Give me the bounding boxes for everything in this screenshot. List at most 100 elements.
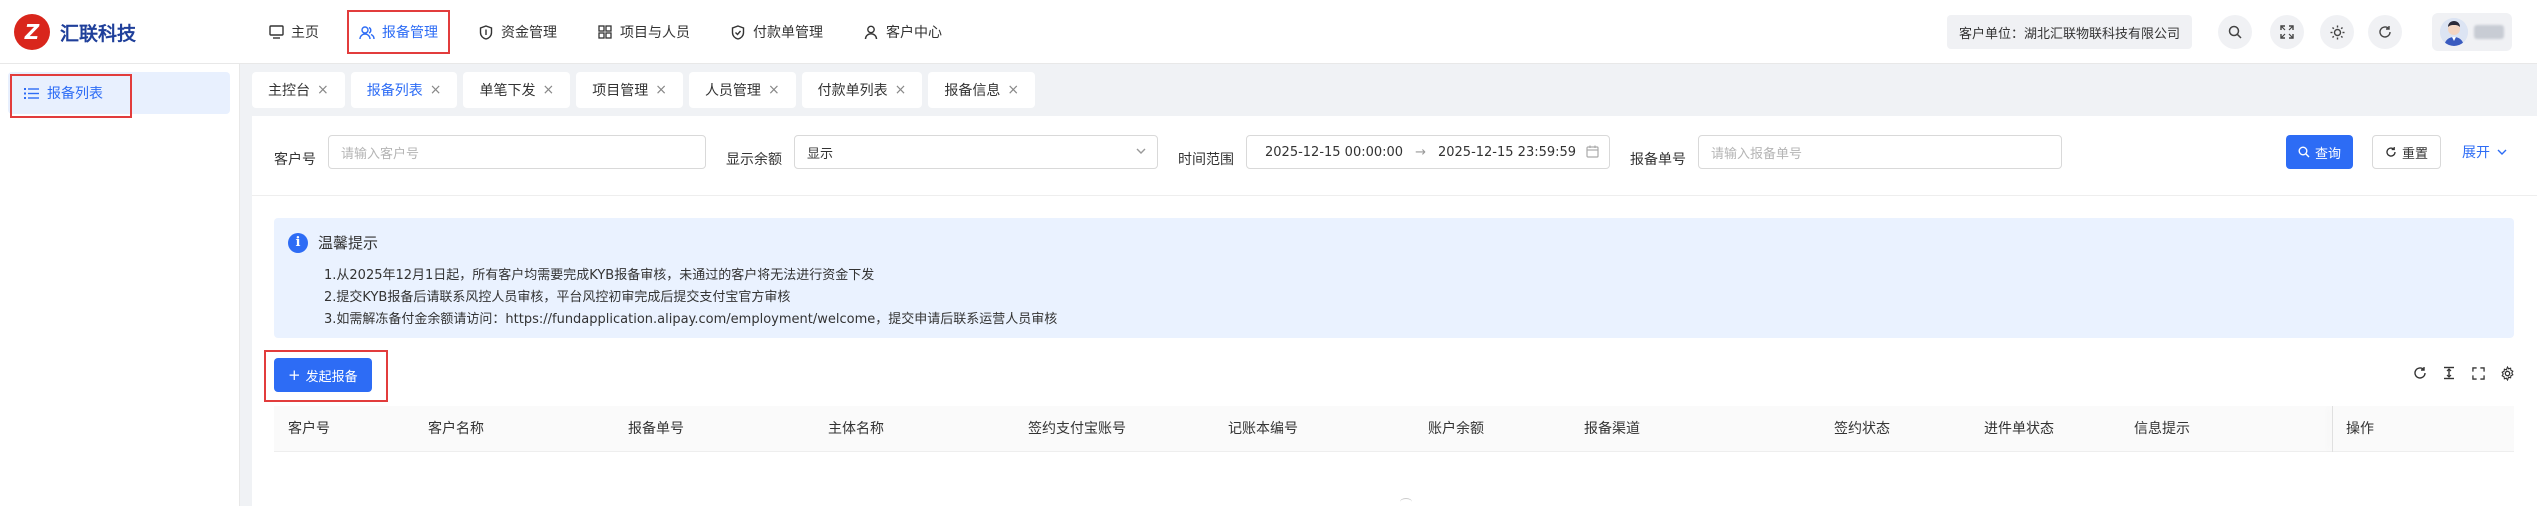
table-header: 客户号 客户名称 报备单号 主体名称 签约支付宝账号 记账本编号 账户余额 报备… bbox=[274, 406, 2514, 452]
main-panel: 客户号 请输入客户号 显示余额 显示 时间范围 2025-12-15 00:00… bbox=[252, 116, 2537, 506]
main-nav: 主页 报备管理 资金管理 项目与人员 付款单管理 客户中心 bbox=[248, 0, 962, 64]
column-header[interactable]: 报备单号 bbox=[628, 406, 684, 452]
avatar bbox=[2440, 18, 2468, 46]
sidebar: 报备列表 bbox=[0, 64, 240, 506]
column-header[interactable]: 进件单状态 bbox=[1984, 406, 2054, 452]
tab-report-list[interactable]: 报备列表 × bbox=[350, 72, 458, 108]
nav-label: 项目与人员 bbox=[620, 25, 690, 41]
logo[interactable]: Z 汇联科技 bbox=[14, 14, 136, 50]
close-icon[interactable]: × bbox=[317, 82, 329, 98]
table-toolbar bbox=[2400, 364, 2516, 382]
nav-item-home[interactable]: 主页 bbox=[248, 0, 339, 64]
fullscreen-button[interactable] bbox=[2270, 15, 2304, 49]
show-balance-label: 显示余额 bbox=[726, 152, 782, 168]
reset-button[interactable]: 重置 bbox=[2372, 135, 2442, 169]
nav-label: 主页 bbox=[291, 25, 319, 41]
nav-item-customer-center[interactable]: 客户中心 bbox=[843, 0, 962, 64]
close-icon[interactable]: × bbox=[430, 82, 442, 98]
arrow-right-icon: → bbox=[1415, 144, 1426, 160]
sun-icon bbox=[2330, 25, 2344, 39]
brand-name: 汇联科技 bbox=[60, 22, 137, 45]
refresh-button[interactable] bbox=[2368, 15, 2402, 49]
tab-project-management[interactable]: 项目管理 × bbox=[576, 72, 683, 108]
close-icon[interactable]: × bbox=[542, 82, 554, 98]
chevron-down-icon bbox=[2497, 149, 2507, 155]
tab-label: 人员管理 bbox=[704, 83, 761, 99]
table-fullscreen-button[interactable] bbox=[2469, 364, 2487, 382]
fullscreen-icon bbox=[2280, 25, 2294, 39]
info-icon: i bbox=[288, 232, 308, 253]
sidebar-item-report-list[interactable]: 报备列表 bbox=[8, 72, 230, 118]
column-header[interactable]: 签约状态 bbox=[1834, 406, 1890, 452]
nav-label: 报备管理 bbox=[382, 25, 438, 41]
theme-toggle-button[interactable] bbox=[2320, 15, 2354, 49]
user-menu[interactable] bbox=[2432, 13, 2512, 51]
reset-label: 重置 bbox=[2402, 146, 2429, 162]
column-header[interactable]: 客户名称 bbox=[428, 406, 484, 452]
time-range-label: 时间范围 bbox=[1178, 152, 1234, 168]
nav-item-fund-management[interactable]: 资金管理 bbox=[458, 0, 577, 64]
refresh-table-button[interactable] bbox=[2411, 364, 2429, 382]
fullscreen-icon bbox=[2471, 366, 2485, 380]
query-button[interactable]: 查询 bbox=[2286, 135, 2354, 169]
close-icon[interactable]: × bbox=[655, 82, 667, 98]
empty-state-icon bbox=[1400, 498, 1412, 506]
sidebar-item-label: 报备列表 bbox=[47, 86, 103, 102]
close-icon[interactable]: × bbox=[1007, 82, 1019, 98]
notice-title-row: i 温馨提示 bbox=[288, 232, 378, 253]
time-start: 2025-12-15 00:00:00 bbox=[1265, 144, 1404, 160]
column-header[interactable]: 签约支付宝账号 bbox=[1028, 406, 1126, 452]
fixed-column-divider bbox=[2332, 406, 2333, 452]
tab-label: 主控台 bbox=[268, 83, 310, 99]
time-range-picker[interactable]: 2025-12-15 00:00:00 → 2025-12-15 23:59:5… bbox=[1246, 135, 1610, 169]
column-header[interactable]: 客户号 bbox=[288, 406, 330, 452]
customer-unit-badge: 客户单位：湖北汇联物联科技有限公司 bbox=[1947, 15, 2193, 49]
show-balance-value: 显示 bbox=[807, 146, 834, 162]
tab-dashboard[interactable]: 主控台 × bbox=[252, 72, 345, 108]
logo-mark-icon: Z bbox=[14, 14, 50, 50]
shield-check-icon bbox=[730, 24, 746, 40]
close-icon[interactable]: × bbox=[895, 82, 907, 98]
refresh-icon bbox=[2414, 367, 2426, 379]
expand-filters-link[interactable]: 展开 bbox=[2462, 142, 2508, 162]
nav-item-projects-personnel[interactable]: 项目与人员 bbox=[577, 0, 710, 64]
user-icon bbox=[863, 24, 879, 40]
tab-payment-list[interactable]: 付款单列表 × bbox=[801, 72, 923, 108]
refresh-icon bbox=[2379, 26, 2391, 38]
column-header[interactable]: 报备渠道 bbox=[1584, 406, 1640, 452]
plus-icon: + bbox=[288, 366, 301, 384]
column-header[interactable]: 记账本编号 bbox=[1228, 406, 1298, 452]
tab-single-payout[interactable]: 单笔下发 × bbox=[463, 72, 571, 108]
calendar-icon bbox=[1586, 145, 1599, 162]
grid-icon bbox=[597, 24, 613, 40]
column-header[interactable]: 主体名称 bbox=[828, 406, 884, 452]
nav-label: 付款单管理 bbox=[753, 25, 823, 41]
report-no-input[interactable]: 请输入报备单号 bbox=[1698, 135, 2062, 169]
tab-label: 报备信息 bbox=[944, 83, 1001, 99]
search-icon bbox=[2298, 146, 2310, 158]
column-height-icon bbox=[2444, 366, 2454, 380]
filter-bar: 客户号 请输入客户号 显示余额 显示 时间范围 2025-12-15 00:00… bbox=[252, 116, 2537, 196]
report-no-placeholder: 请输入报备单号 bbox=[1711, 146, 1803, 162]
column-header[interactable]: 信息提示 bbox=[2134, 406, 2190, 452]
nav-label: 资金管理 bbox=[501, 25, 557, 41]
notice-line: 3.如需解冻备付金余额请访问：https://fundapplication.a… bbox=[324, 312, 1058, 327]
tab-label: 付款单列表 bbox=[817, 83, 888, 99]
customer-no-placeholder: 请输入客户号 bbox=[341, 146, 420, 162]
notice-alert: i 温馨提示 1.从2025年12月1日起，所有客户均需要完成KYB报备审核，未… bbox=[274, 218, 2514, 338]
tab-personnel-management[interactable]: 人员管理 × bbox=[688, 72, 796, 108]
density-button[interactable] bbox=[2440, 364, 2458, 382]
nav-item-payment-management[interactable]: 付款单管理 bbox=[710, 0, 843, 64]
tab-report-info[interactable]: 报备信息 × bbox=[928, 72, 1036, 108]
show-balance-select[interactable]: 显示 bbox=[794, 135, 1158, 169]
customer-no-input[interactable]: 请输入客户号 bbox=[328, 135, 706, 169]
close-icon[interactable]: × bbox=[768, 82, 780, 98]
time-end: 2025-12-15 23:59:59 bbox=[1437, 144, 1577, 160]
notice-line: 2.提交KYB报备后请联系风控人员审核，平台风控初审完成后提交支付宝官方审核 bbox=[324, 290, 791, 305]
column-settings-button[interactable] bbox=[2498, 364, 2516, 382]
create-report-button[interactable]: + 发起报备 bbox=[274, 358, 372, 392]
column-header[interactable]: 账户余额 bbox=[1428, 406, 1484, 452]
nav-item-report-management[interactable]: 报备管理 bbox=[339, 0, 458, 64]
search-button[interactable] bbox=[2218, 15, 2252, 49]
tab-label: 报备列表 bbox=[366, 83, 423, 99]
